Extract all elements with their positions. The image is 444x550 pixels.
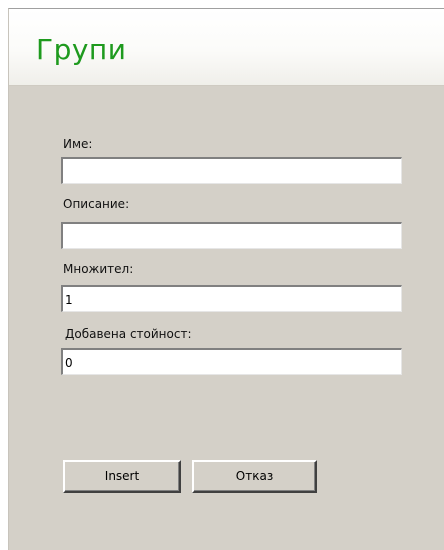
name-label: Име: [63, 137, 93, 151]
description-label: Описание: [63, 197, 130, 211]
description-input[interactable] [61, 222, 402, 249]
multiplier-input[interactable] [61, 285, 402, 312]
name-input[interactable] [61, 157, 402, 184]
added-value-input[interactable] [61, 348, 402, 375]
cancel-button[interactable]: Отказ [192, 460, 317, 493]
added-value-label: Добавена стойност: [65, 327, 192, 341]
multiplier-label: Множител: [63, 262, 134, 276]
groups-panel: Групи Име: Описание: Множител: Добавена … [8, 8, 444, 550]
insert-button[interactable]: Insert [63, 460, 181, 493]
header-bar: Групи [9, 9, 444, 86]
page-title: Групи [36, 33, 127, 66]
